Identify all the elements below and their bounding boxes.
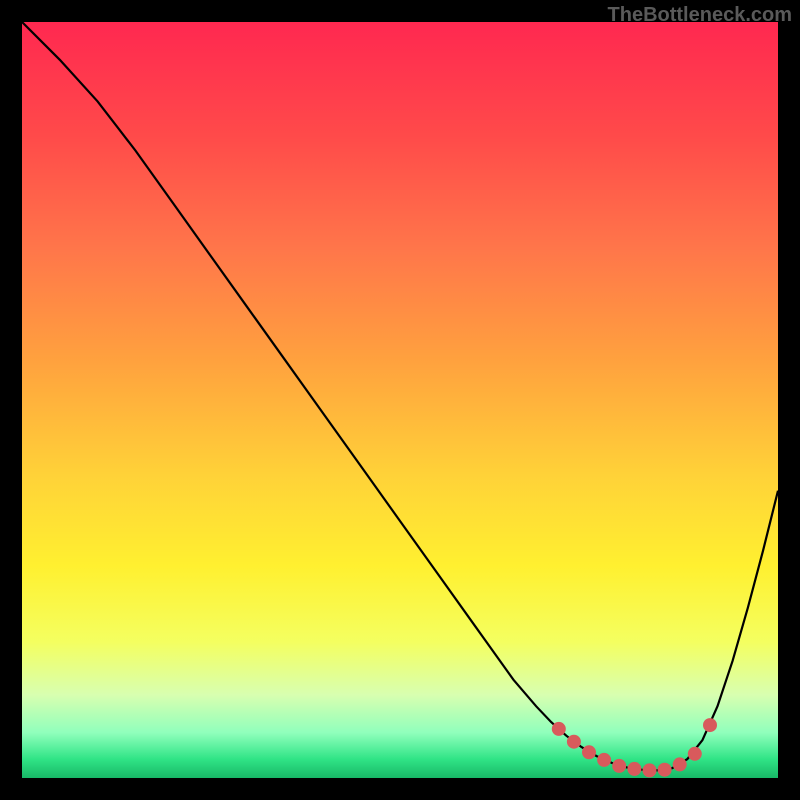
curve-marker	[612, 759, 626, 773]
curve-marker	[658, 763, 672, 777]
curve-marker	[597, 753, 611, 767]
chart-svg	[22, 22, 778, 778]
curve-marker	[627, 762, 641, 776]
curve-marker	[688, 747, 702, 761]
watermark-text: TheBottleneck.com	[608, 4, 792, 27]
chart-plot-area	[22, 22, 778, 778]
gradient-background	[22, 22, 778, 778]
curve-marker	[552, 722, 566, 736]
curve-marker	[643, 763, 657, 777]
curve-marker	[703, 718, 717, 732]
curve-marker	[582, 745, 596, 759]
curve-marker	[567, 735, 581, 749]
curve-marker	[673, 757, 687, 771]
